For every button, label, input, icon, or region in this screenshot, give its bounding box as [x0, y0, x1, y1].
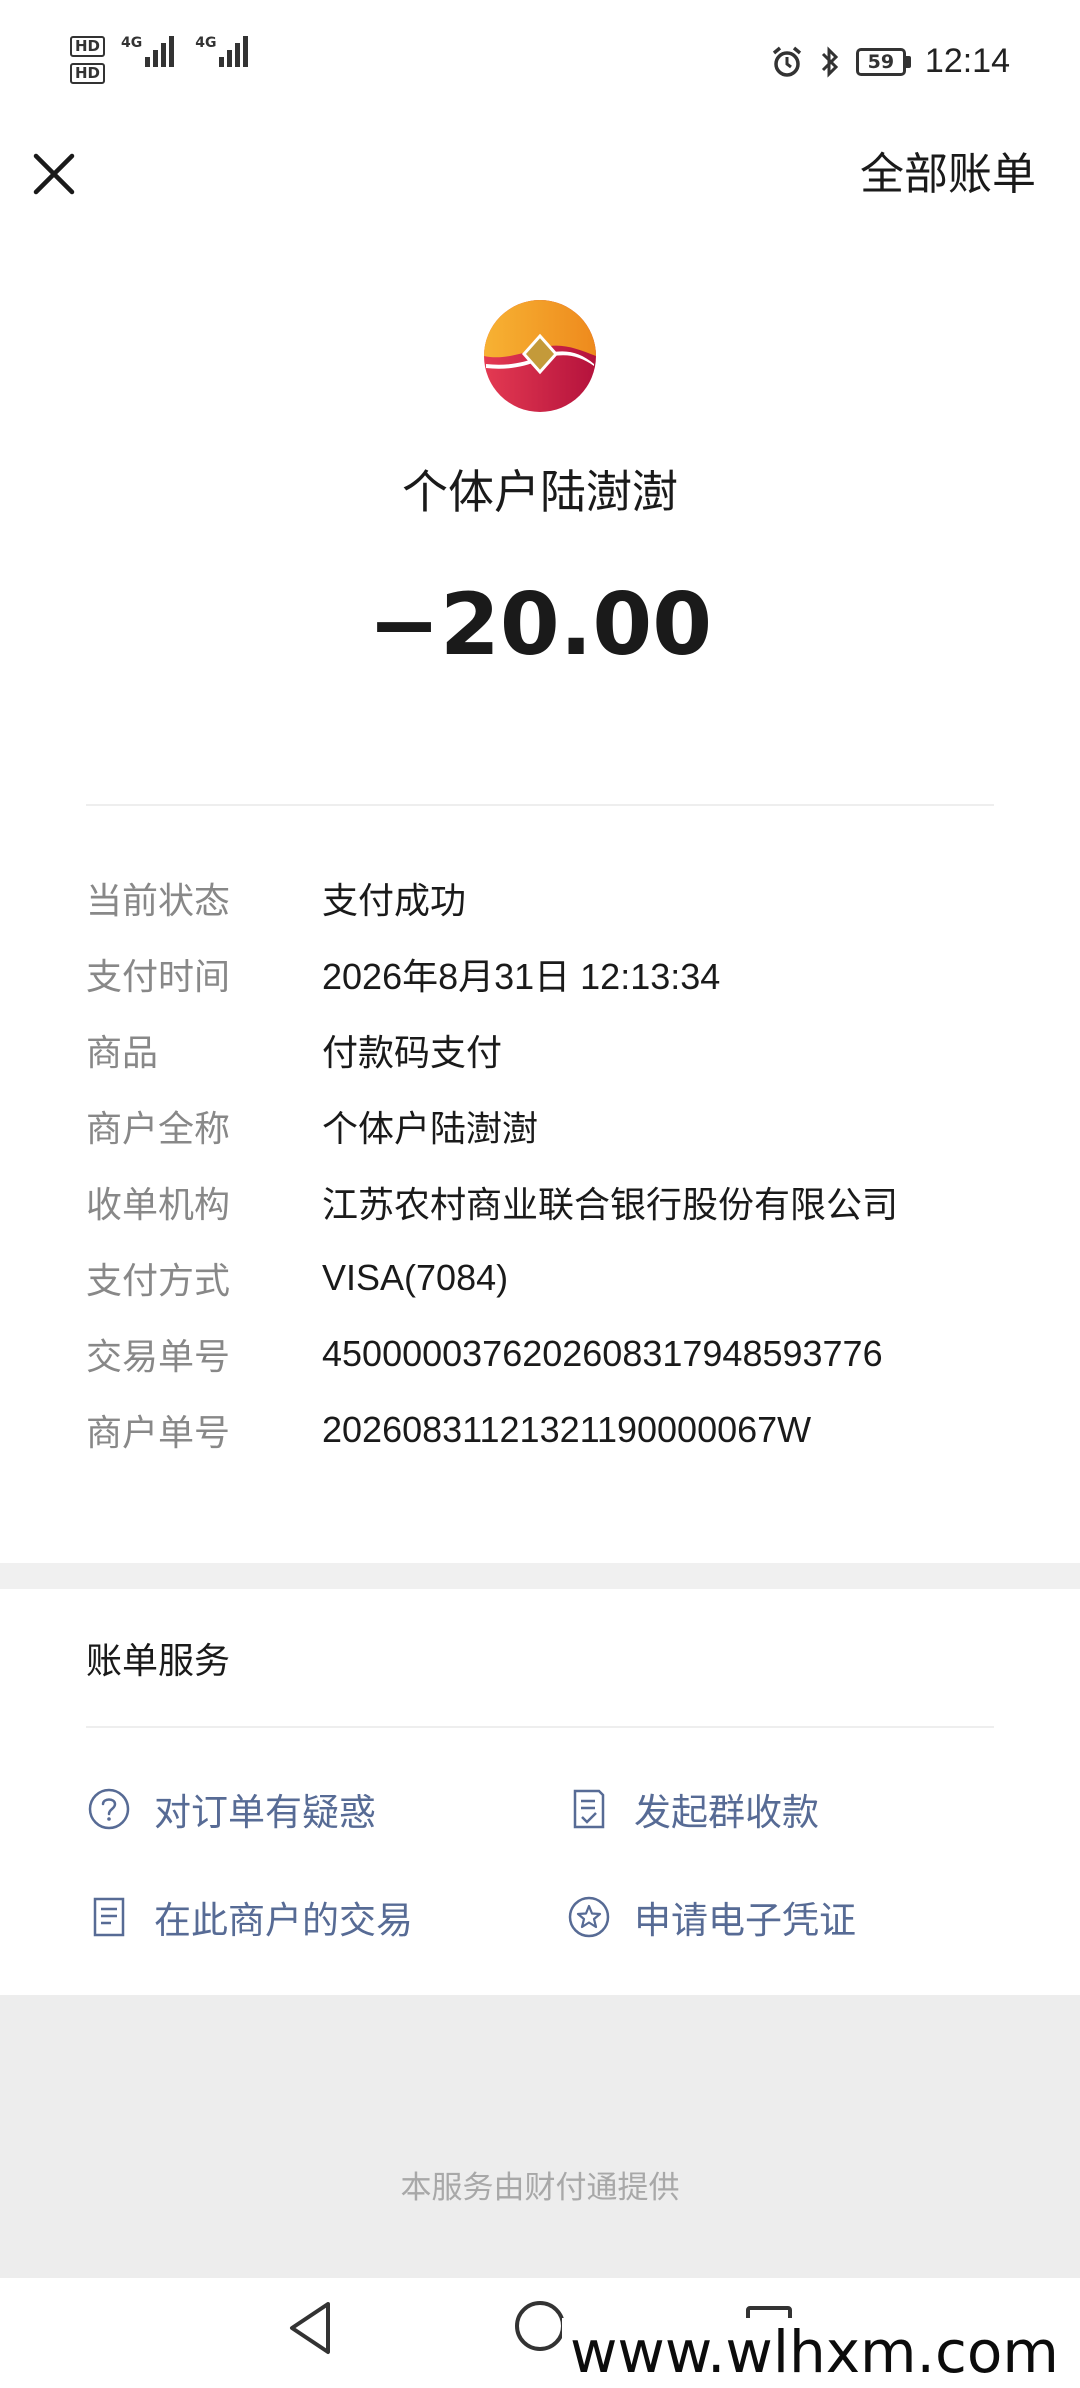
status-left: HD HD 4G 4G	[70, 36, 269, 84]
detail-row-payment-method: 支付方式 VISA(7084)	[86, 1240, 1036, 1316]
detail-label: 商户单号	[86, 1413, 231, 1454]
all-bills-link[interactable]: 全部账单	[860, 138, 1036, 202]
detail-row-time: 支付时间 2026年8月31日 12:13:34	[86, 936, 1036, 1012]
merchant-name: 个体户陆澍澍	[402, 465, 678, 519]
detail-value: 付款码支付	[322, 1032, 503, 1073]
section-separator	[0, 1563, 1080, 1589]
signal-1-icon: 4G	[121, 36, 177, 67]
status-bar: HD HD 4G 4G 59 12:14	[0, 0, 1080, 130]
detail-row-goods: 商品 付款码支付	[86, 1012, 1036, 1088]
detail-label: 交易单号	[86, 1337, 231, 1378]
close-icon[interactable]	[22, 140, 86, 204]
detail-label: 支付方式	[86, 1261, 231, 1302]
service-merchant-transactions[interactable]: 在此商户的交易	[86, 1890, 413, 1944]
detail-value: 支付成功	[322, 880, 467, 921]
status-right: 59 12:14	[770, 42, 1010, 81]
bill-detail-page: HD HD 4G 4G 59 12:14 全部账单 个体户陆澍澍 −20.00 …	[0, 0, 1080, 2388]
amount: −20.00	[367, 575, 713, 675]
nav-home-icon[interactable]	[512, 2298, 568, 2354]
battery-icon: 59	[855, 47, 911, 76]
detail-row-transaction-id: 交易单号 4500000376202608317948593776	[86, 1316, 1036, 1392]
detail-value: 2026年8月31日 12:13:34	[322, 956, 721, 997]
detail-row-merchant-order-id: 商户单号 20260831121321190000067W	[86, 1392, 1036, 1468]
top-bar: 全部账单	[0, 130, 1080, 230]
details-list: 当前状态 支付成功 支付时间 2026年8月31日 12:13:34 商品 付款…	[86, 860, 1036, 1468]
footer: 本服务由财付通提供	[0, 1995, 1080, 2278]
detail-label: 支付时间	[86, 957, 231, 998]
detail-row-merchant: 商户全称 个体户陆澍澍	[86, 1088, 1036, 1164]
services-title: 账单服务	[86, 1641, 231, 1682]
battery-level: 59	[855, 47, 906, 76]
detail-label: 商户全称	[86, 1109, 231, 1150]
clock: 12:14	[924, 42, 1010, 80]
divider	[86, 1726, 994, 1728]
service-label: 申请电子凭证	[634, 1899, 856, 1942]
footer-provider-text: 本服务由财付通提供	[400, 2170, 680, 2206]
document-icon	[86, 1894, 132, 1940]
star-badge-icon	[566, 1894, 612, 1940]
service-e-receipt[interactable]: 申请电子凭证	[566, 1890, 856, 1944]
signal-2-icon: 4G	[195, 36, 251, 67]
nav-back-icon[interactable]	[284, 2298, 336, 2358]
service-label: 对订单有疑惑	[154, 1791, 376, 1834]
watermark: www.wlhxm.com	[562, 2318, 1067, 2386]
detail-label: 商品	[86, 1033, 159, 1074]
service-order-question[interactable]: 对订单有疑惑	[86, 1782, 376, 1836]
detail-row-acquirer: 收单机构 江苏农村商业联合银行股份有限公司	[86, 1164, 1036, 1240]
alarm-icon	[772, 46, 802, 77]
service-group-collect[interactable]: 发起群收款	[566, 1782, 819, 1836]
bluetooth-icon	[821, 45, 839, 78]
detail-value: 江苏农村商业联合银行股份有限公司	[322, 1184, 899, 1225]
question-icon	[86, 1786, 132, 1832]
bank-logo-icon	[484, 300, 596, 412]
detail-value[interactable]: 20260831121321190000067W	[322, 1409, 811, 1451]
checklist-icon	[566, 1786, 612, 1832]
service-label: 在此商户的交易	[154, 1899, 413, 1942]
service-label: 发起群收款	[634, 1791, 819, 1834]
divider	[86, 804, 994, 806]
hd-badge-2: HD	[70, 63, 106, 84]
detail-value: 个体户陆澍澍	[322, 1108, 539, 1149]
detail-value[interactable]: 4500000376202608317948593776	[322, 1333, 883, 1375]
detail-value: VISA(7084)	[322, 1257, 509, 1298]
detail-row-status: 当前状态 支付成功	[86, 860, 1036, 936]
hd-badge-1: HD	[70, 36, 106, 57]
detail-label: 收单机构	[86, 1185, 231, 1226]
detail-label: 当前状态	[86, 881, 231, 922]
